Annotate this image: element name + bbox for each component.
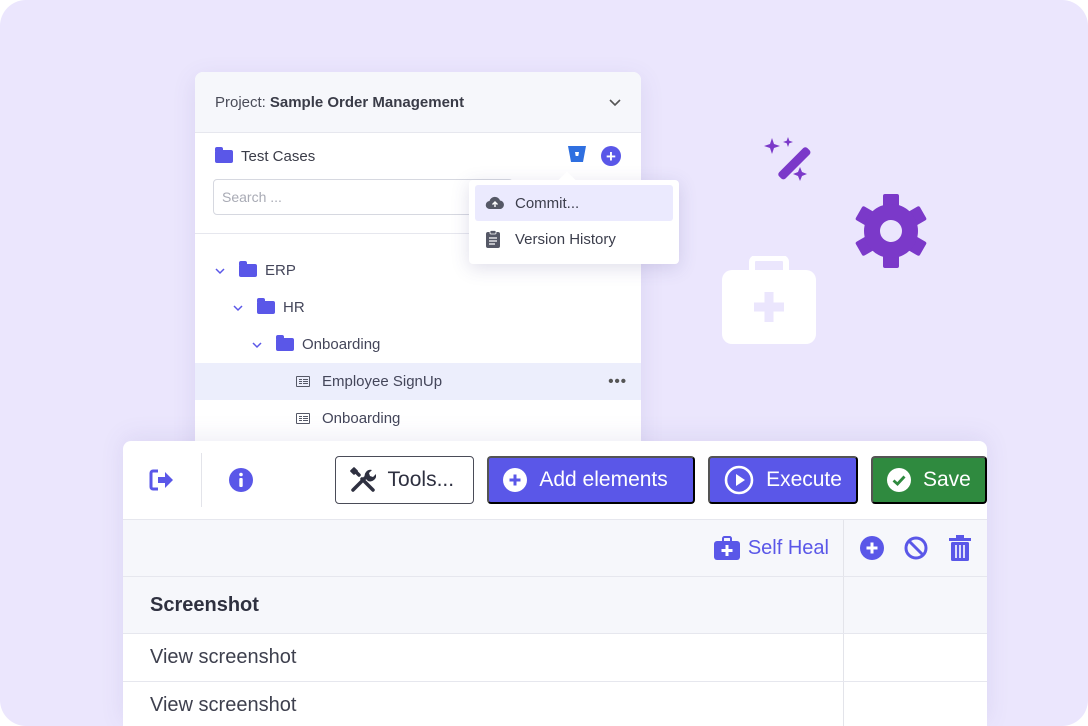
view-screenshot-link[interactable]: View screenshot [123, 634, 844, 681]
magic-wand-icon [760, 135, 816, 192]
more-options-icon[interactable]: ••• [608, 373, 627, 390]
check-circle-icon [886, 468, 911, 492]
folder-icon [276, 335, 294, 351]
project-panel: Project: Sample Order Management Test Ca… [195, 72, 641, 472]
tools-button[interactable]: Tools... [334, 456, 475, 504]
grid-actions-left: Self Heal [123, 520, 844, 576]
view-screenshot-link[interactable]: View screenshot [123, 682, 844, 726]
tree-item-label: ERP [265, 262, 296, 279]
menu-item-label: Commit... [515, 194, 580, 212]
chevron-down-icon[interactable] [252, 338, 262, 352]
folder-icon [239, 261, 257, 277]
self-heal-button[interactable]: Self Heal [713, 536, 829, 560]
tree-item-employee-signup[interactable]: Employee SignUp ••• [195, 363, 641, 400]
tree-item-onboarding-test[interactable]: Onboarding [195, 400, 641, 437]
menu-item-label: Version History [515, 230, 616, 248]
tools-button-label: Tools... [387, 468, 455, 491]
grid-header-row: Screenshot [123, 577, 987, 634]
medical-kit-icon [722, 255, 816, 351]
folder-icon [215, 146, 233, 163]
project-name: Sample Order Management [269, 93, 465, 111]
disable-icon[interactable] [904, 536, 928, 560]
execute-label: Execute [766, 468, 842, 491]
tree-item-hr[interactable]: HR [195, 289, 641, 326]
table-row: View screenshot [123, 634, 987, 682]
clipboard-icon [485, 230, 505, 248]
tree-item-label: Onboarding [302, 336, 381, 353]
bitbucket-icon[interactable] [567, 145, 587, 167]
add-elements-button[interactable]: Add elements [487, 456, 696, 504]
tree-item-label: HR [283, 299, 305, 316]
chevron-down-icon[interactable] [233, 301, 243, 315]
gear-icon [852, 192, 930, 275]
tree-item-label: Employee SignUp [322, 373, 443, 390]
grid-actions-row: Self Heal [123, 520, 987, 577]
menu-item-version-history[interactable]: Version History [475, 221, 673, 257]
test-cases-header: Test Cases + [195, 133, 641, 179]
test-cases-title: Test Cases [241, 147, 316, 165]
tools-icon [349, 467, 376, 493]
add-elements-label: Add elements [539, 468, 668, 491]
project-selector[interactable]: Project: Sample Order Management [195, 72, 641, 133]
play-circle-icon [724, 465, 754, 495]
test-tree: ERP HR Onboarding Employee SignUp ••• On… [195, 234, 641, 437]
medical-kit-icon [713, 536, 740, 560]
tree-item-label: Onboarding [322, 410, 401, 427]
version-control-menu: Commit... Version History [469, 180, 679, 264]
search-input[interactable] [213, 179, 513, 215]
project-label: Project: [215, 93, 266, 111]
toolbar: Tools... Add elements Execute Save [123, 441, 987, 520]
chevron-down-icon[interactable] [609, 94, 621, 111]
test-case-icon [296, 376, 310, 387]
info-icon[interactable] [202, 468, 280, 492]
trash-icon[interactable] [948, 535, 971, 561]
exit-icon[interactable] [123, 468, 201, 492]
add-row-icon[interactable] [860, 536, 885, 560]
grid-actions-right [844, 520, 987, 576]
save-button[interactable]: Save [870, 456, 987, 504]
execute-button[interactable]: Execute [708, 456, 858, 504]
add-test-case-icon[interactable]: + [601, 146, 621, 166]
self-heal-label: Self Heal [747, 536, 829, 559]
chevron-down-icon[interactable] [215, 264, 225, 278]
folder-icon [257, 298, 275, 314]
menu-item-commit[interactable]: Commit... [475, 185, 673, 221]
plus-circle-icon [503, 468, 528, 492]
table-row: View screenshot [123, 682, 987, 726]
save-label: Save [922, 468, 971, 491]
cloud-upload-icon [485, 196, 505, 210]
test-case-icon [296, 413, 310, 424]
test-editor: Tools... Add elements Execute Save Self … [123, 441, 987, 726]
tree-item-onboarding-folder[interactable]: Onboarding [195, 326, 641, 363]
column-header-screenshot: Screenshot [123, 577, 844, 633]
